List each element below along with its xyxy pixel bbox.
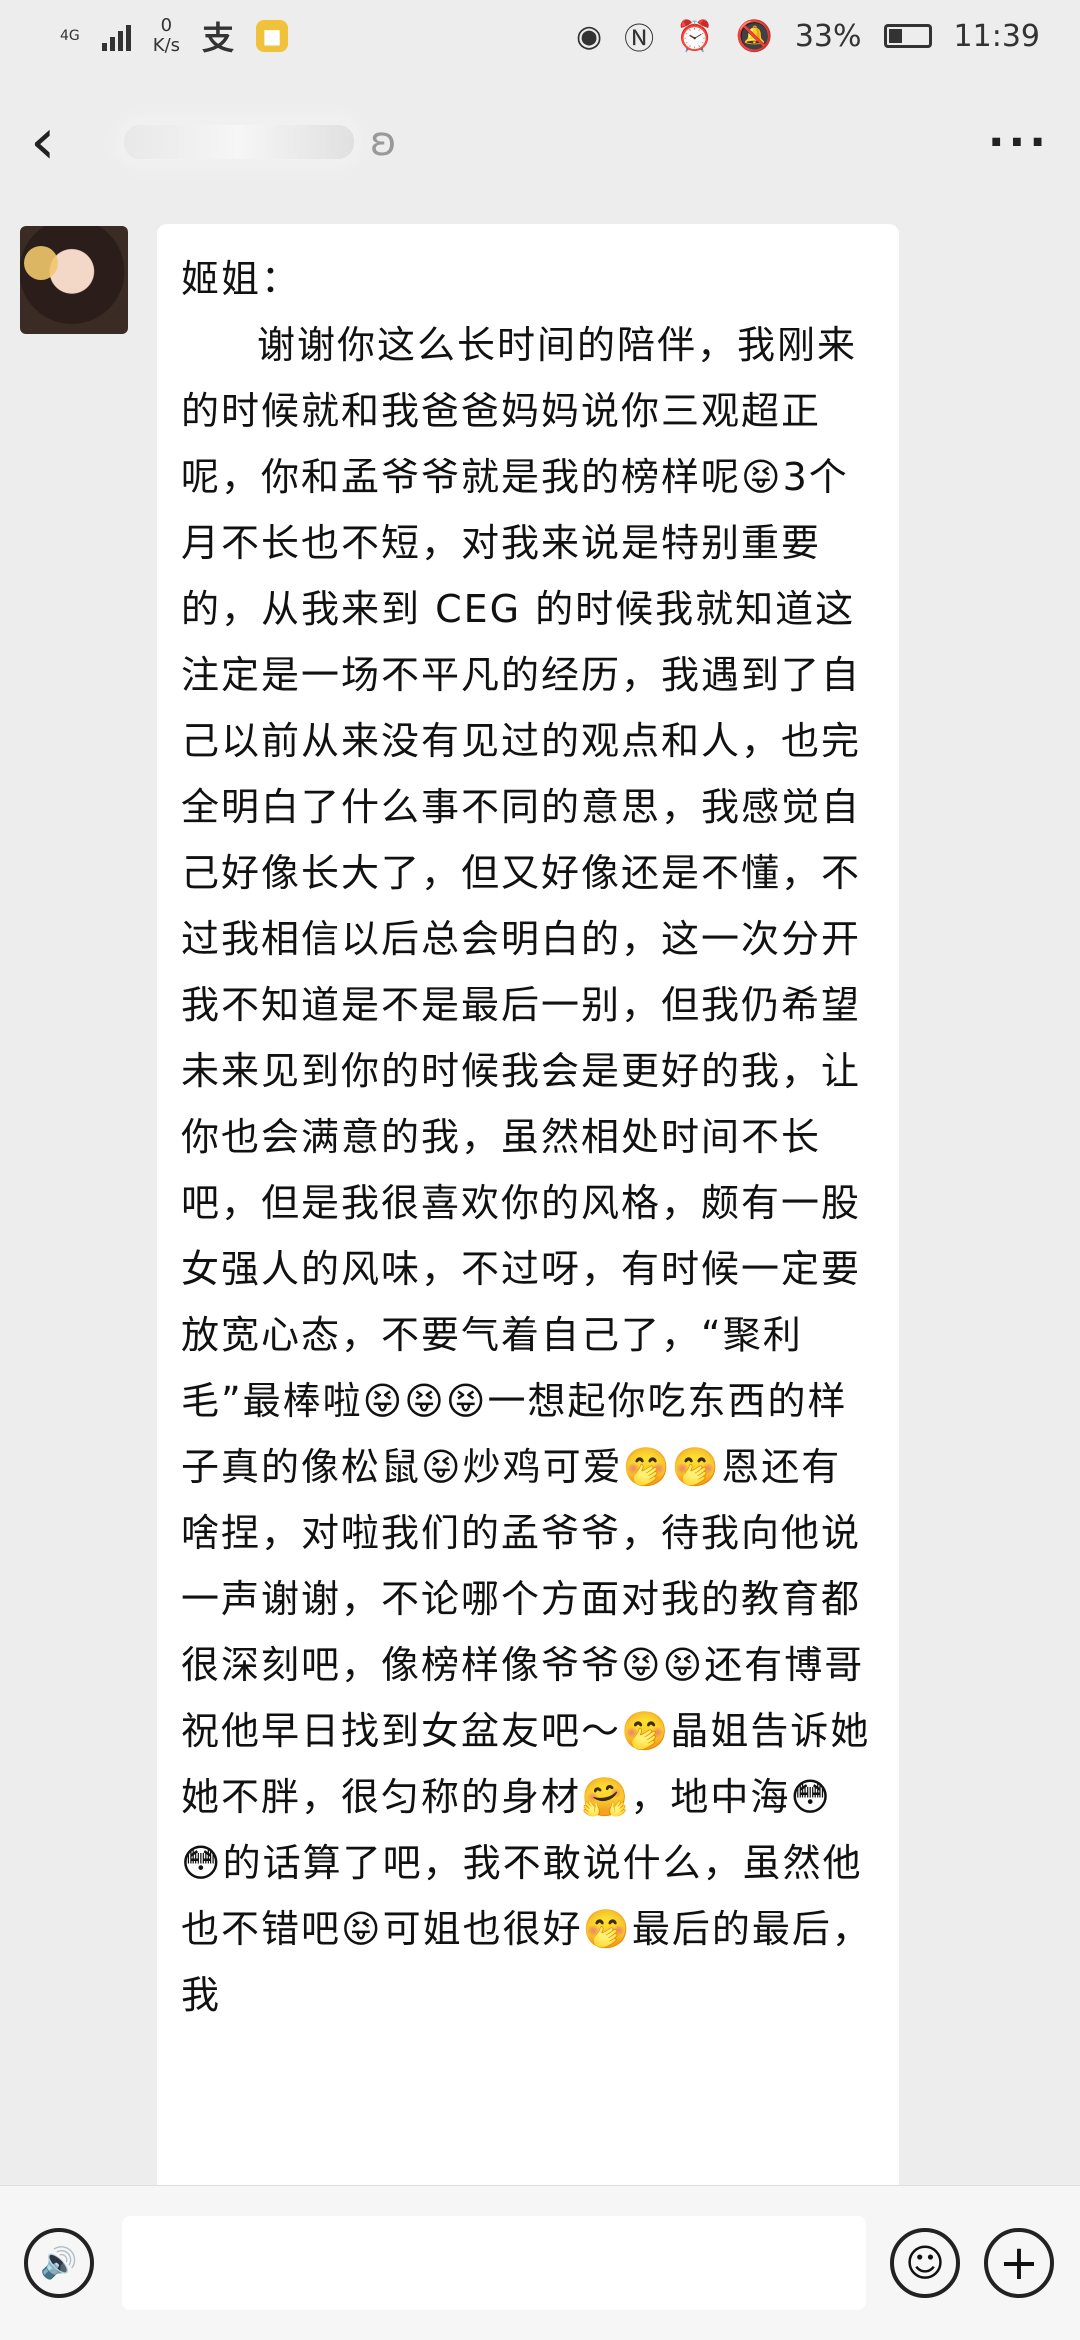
voice-icon: 🔊 xyxy=(40,2245,78,2281)
earpiece-mode-icon: ʚ xyxy=(370,119,397,165)
notification-app-icon: ■ xyxy=(256,20,289,52)
eye-icon: ◉ xyxy=(575,18,603,54)
message-bubble[interactable]: 姬姐： 谢谢你这么长时间的陪伴，我刚来的时候就和我爸爸妈妈说你三观超正呢，你和孟… xyxy=(157,224,899,2214)
message-body: 谢谢你这么长时间的陪伴，我刚来的时候就和我爸爸妈妈说你三观超正呢，你和孟爷爷就是… xyxy=(181,323,872,2017)
alarm-icon: ⏰ xyxy=(676,18,714,54)
signal-icon xyxy=(101,21,131,51)
plus-icon: + xyxy=(998,2235,1040,2291)
battery-icon xyxy=(883,24,932,48)
mute-icon: 🔕 xyxy=(735,18,773,54)
more-options-icon[interactable]: ··· xyxy=(988,117,1050,168)
net-speed: 0 K/s xyxy=(153,16,180,56)
status-bar: 4G 0 K/s 支 ■ ◉ Ⓝ ⏰ 🔕 33% 11:39 xyxy=(0,0,1080,72)
network-type: 4G xyxy=(60,28,80,44)
status-right: ◉ Ⓝ ⏰ 🔕 33% 11:39 xyxy=(576,14,1040,58)
battery-percent: 33% xyxy=(794,18,862,54)
network-indicator: 4G xyxy=(60,29,80,43)
message-input[interactable] xyxy=(122,2216,866,2310)
emoji-icon: ☺ xyxy=(905,2241,945,2285)
status-left: 4G 0 K/s 支 ■ xyxy=(60,13,289,59)
alipay-icon: 支 xyxy=(202,19,235,57)
message-greeting: 姬姐： xyxy=(181,257,302,301)
nfc-icon: Ⓝ xyxy=(624,22,655,57)
more-functions-button[interactable]: + xyxy=(984,2228,1054,2298)
contact-name-redacted xyxy=(124,125,354,159)
input-bar: 🔊 ☺ + xyxy=(0,2185,1080,2340)
avatar[interactable] xyxy=(20,226,128,334)
emoji-button[interactable]: ☺ xyxy=(890,2228,960,2298)
clock: 11:39 xyxy=(953,18,1040,54)
net-speed-unit: K/s xyxy=(152,35,181,56)
net-speed-value: 0 xyxy=(160,15,173,36)
voice-input-button[interactable]: 🔊 xyxy=(24,2228,94,2298)
chat-header: ‹ ʚ ··· xyxy=(0,72,1080,212)
back-icon[interactable]: ‹ xyxy=(30,110,90,174)
